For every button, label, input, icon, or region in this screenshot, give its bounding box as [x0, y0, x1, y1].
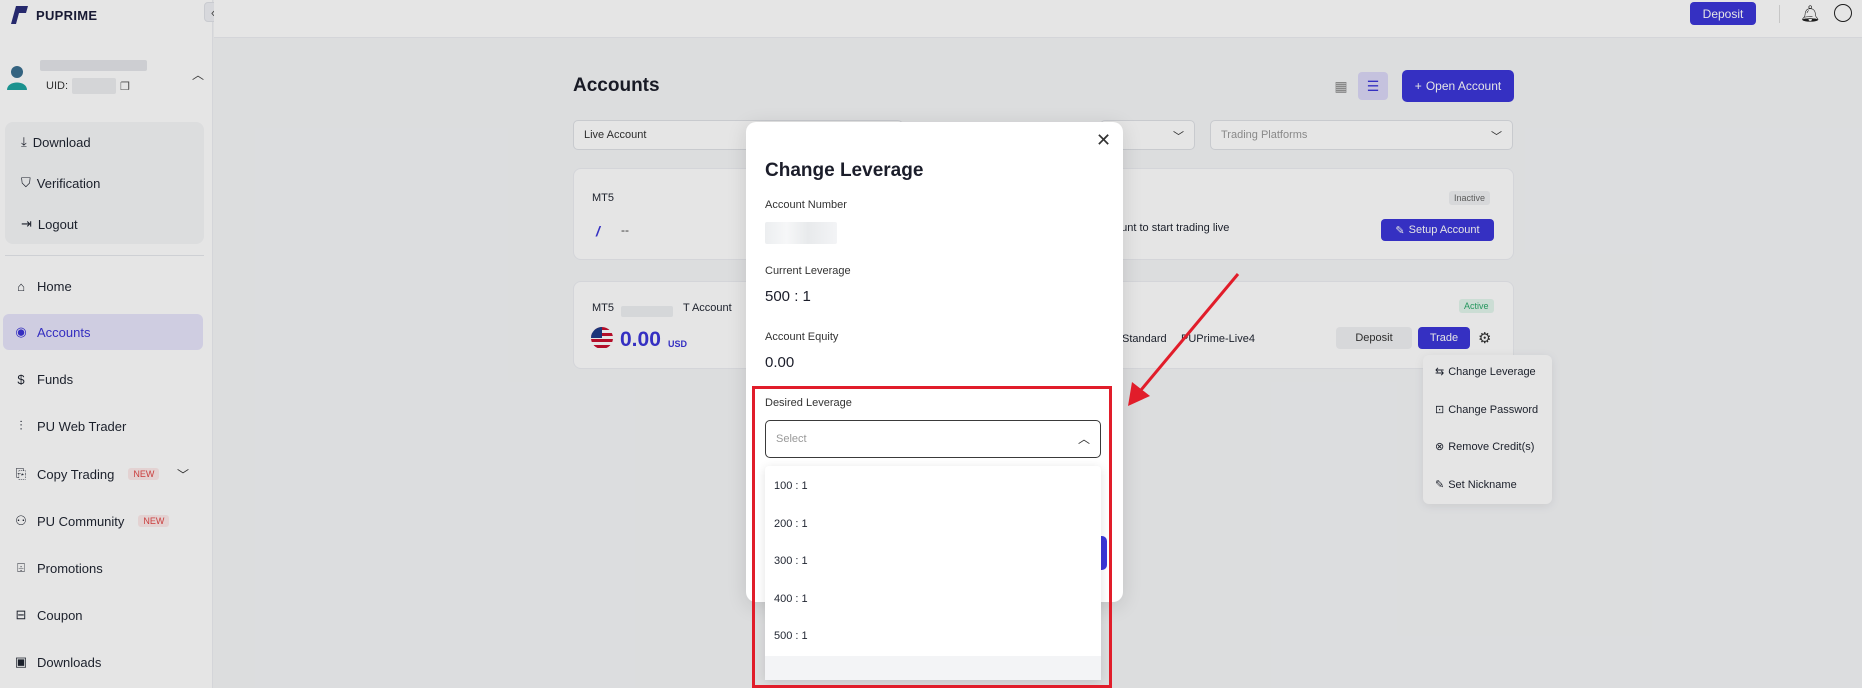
current-leverage-label: Current Leverage	[765, 265, 851, 277]
close-icon[interactable]: ✕	[1096, 130, 1111, 151]
account-number-redacted	[765, 222, 837, 244]
account-number-label: Account Number	[765, 199, 847, 211]
highlight-box	[752, 386, 1112, 688]
annotation-arrow-icon	[1128, 273, 1240, 406]
equity-value: 0.00	[765, 354, 795, 371]
current-leverage-value: 500 : 1	[765, 288, 811, 305]
dialog-title: Change Leverage	[765, 160, 924, 181]
equity-label: Account Equity	[765, 331, 839, 343]
